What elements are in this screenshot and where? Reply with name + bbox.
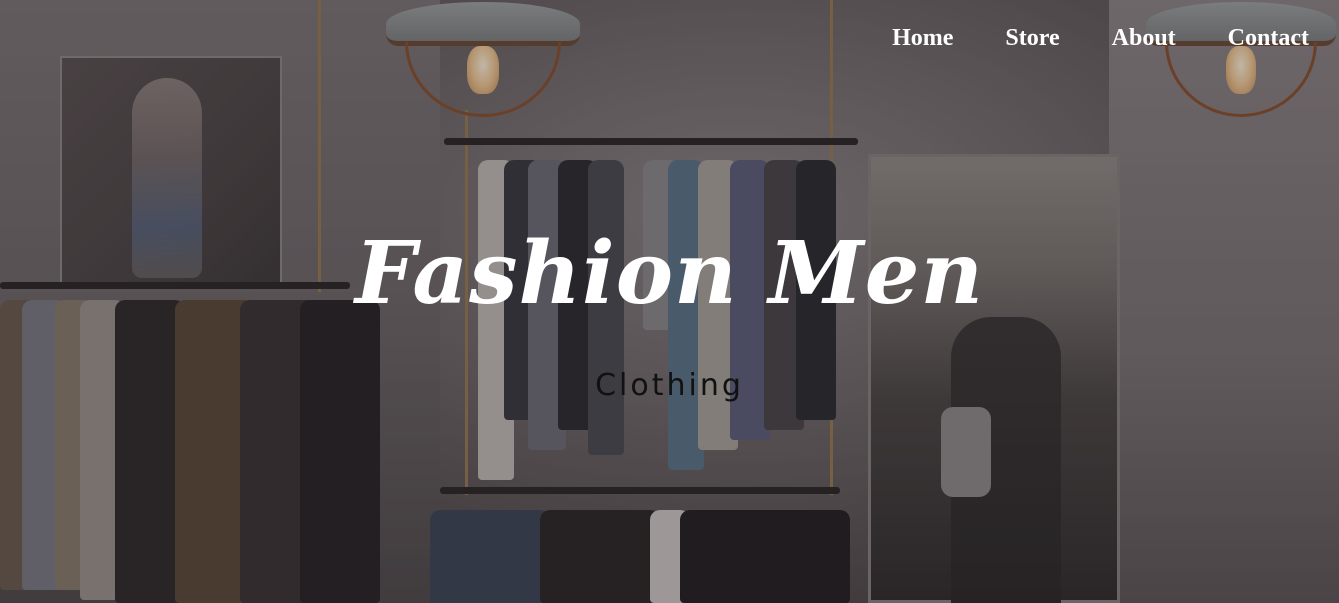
hero-section: Home Store About Contact Fashion Men Clo… [0,0,1339,603]
nav-link-home[interactable]: Home [892,22,953,56]
hero-title: Fashion Men [355,223,984,324]
main-nav: Home Store About Contact [892,22,1309,56]
nav-link-about[interactable]: About [1112,22,1176,56]
hero-subtitle: Clothing [595,368,744,403]
nav-link-store[interactable]: Store [1005,22,1059,56]
nav-link-contact[interactable]: Contact [1228,22,1309,56]
